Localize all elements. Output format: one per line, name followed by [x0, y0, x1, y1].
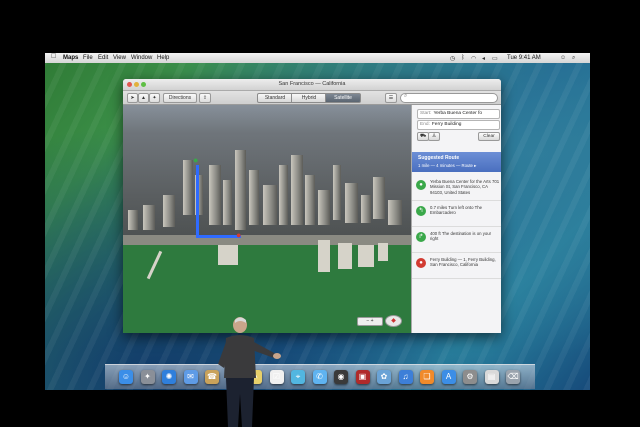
appstore-icon[interactable]: A — [441, 370, 456, 384]
end-pin-icon: ● — [416, 258, 426, 268]
search-input[interactable]: ⌕ — [400, 93, 498, 103]
menu-maps[interactable]: Maps — [63, 55, 78, 61]
menu-window[interactable]: Window — [131, 55, 152, 61]
maps-icon[interactable]: ⌖ — [291, 370, 305, 384]
wifi-icon[interactable]: ◠ — [471, 55, 476, 62]
clear-button[interactable]: Clear — [478, 132, 500, 141]
volume-icon[interactable]: ◂ — [482, 55, 485, 62]
documents-icon[interactable]: ▤ — [484, 370, 499, 384]
start-pin-icon: ● — [416, 180, 426, 190]
list-item[interactable]: ● Yerba Buena Center for the Arts 701 Mi… — [412, 175, 501, 201]
end-label: End: — [420, 122, 430, 127]
tracking-button[interactable]: ✦ — [149, 93, 160, 103]
step-text: 0.7 miles Turn left onto The Embarcadero — [430, 205, 482, 216]
window-title: San Francisco — California — [278, 80, 346, 87]
bluetooth-icon[interactable]: ᛒ — [461, 55, 465, 61]
menu-help[interactable]: Help — [157, 55, 169, 61]
arrow-icon: ↰ — [416, 206, 426, 216]
mail-icon[interactable]: ✉ — [183, 370, 198, 384]
satellite-map[interactable]: ● ● − + ◆ — [123, 105, 411, 333]
ibooks-icon[interactable]: ❑ — [420, 370, 434, 384]
finder-icon[interactable]: ☺ — [119, 370, 133, 384]
list-item[interactable]: ● Ferry Building — 1, Ferry Building, Sa… — [412, 253, 501, 279]
launchpad-icon[interactable]: ✦ — [140, 370, 155, 384]
bookmarks-button[interactable]: ☰ — [385, 93, 397, 103]
3d-button[interactable]: ▲ — [138, 93, 149, 103]
menu-edit[interactable]: Edit — [98, 55, 108, 61]
iphoto-icon[interactable]: ✿ — [377, 370, 391, 384]
step-text: Yerba Buena Center for the Arts 701 Miss… — [430, 179, 500, 195]
directions-panel: Start: Yerba Buena Center fo End: Ferry Bu… — [411, 105, 501, 333]
user-icon[interactable]: ☺ — [560, 55, 566, 61]
suggested-route-row[interactable]: Suggested Route 1 mile — 4 minutes — Rou… — [412, 152, 501, 172]
directions-button[interactable]: Directions — [163, 93, 197, 103]
tab-standard[interactable]: Standard — [257, 93, 293, 103]
menu-file[interactable]: File — [83, 55, 93, 61]
step-text: 400 ft The destination is on your right — [430, 231, 492, 242]
preferences-icon[interactable]: ⚙ — [463, 370, 477, 384]
start-label: Start: — [420, 111, 432, 116]
share-button[interactable]: ⇪ — [199, 93, 211, 103]
title-bar: San Francisco — California — [123, 79, 501, 91]
maps-window: San Francisco — California ➤ ▲ ✦ Directi… — [123, 79, 501, 333]
facetime-icon[interactable]: ◉ — [334, 370, 348, 384]
projected-screen:  Maps File Edit View Window Help ◷ ᛒ ◠ … — [45, 53, 590, 390]
suggested-route-summary: 1 mile — 4 minutes — Route ▸ — [418, 163, 477, 168]
start-value: Yerba Buena Center fo — [433, 111, 483, 116]
tab-satellite[interactable]: Satellite — [325, 93, 361, 103]
list-item[interactable]: ↱ 400 ft The destination is on your righ… — [412, 227, 501, 253]
clock-status-icon[interactable]: ◷ — [450, 55, 455, 62]
end-field[interactable]: End: Ferry Building — [417, 120, 500, 130]
menu-view[interactable]: View — [113, 55, 126, 61]
zoom-control[interactable]: − + — [357, 317, 383, 326]
trash-icon[interactable]: ⌫ — [506, 370, 520, 384]
apple-menu-icon[interactable]:  — [51, 53, 56, 60]
dock: ☺✦✺✉☎▦✎☑⌖✆◉▣✿♫❑A⚙▤⌫ — [105, 364, 535, 389]
messages-icon[interactable]: ✆ — [312, 370, 327, 384]
battery-icon[interactable]: ▭ — [492, 55, 498, 62]
menu-bar:  Maps File Edit View Window Help ◷ ᛒ ◠ … — [45, 53, 590, 63]
search-icon: ⌕ — [404, 93, 408, 99]
list-item[interactable]: ↰ 0.7 miles Turn left onto The Embarcade… — [412, 201, 501, 227]
walk-mode-button[interactable]: ♙ — [428, 132, 440, 141]
start-field[interactable]: Start: Yerba Buena Center fo — [417, 109, 500, 119]
step-text: Ferry Building — 1, Ferry Building, San … — [430, 257, 496, 268]
toolbar: ➤ ▲ ✦ Directions ⇪ Standard Hybrid Satel… — [123, 91, 501, 105]
itunes-icon[interactable]: ♫ — [398, 370, 413, 384]
photobooth-icon[interactable]: ▣ — [355, 370, 370, 384]
end-pin-icon[interactable]: ● — [236, 230, 241, 240]
location-button[interactable]: ➤ — [127, 93, 138, 103]
spotlight-icon[interactable]: ⌕ — [572, 55, 575, 62]
compass-icon[interactable]: ◆ — [385, 315, 402, 327]
route-line — [196, 165, 199, 237]
safari-icon[interactable]: ✺ — [162, 370, 176, 384]
tab-hybrid[interactable]: Hybrid — [291, 93, 327, 103]
arrow-icon: ↱ — [416, 232, 426, 242]
presenter — [218, 317, 281, 427]
suggested-route-title: Suggested Route — [418, 155, 460, 161]
menu-clock[interactable]: Tue 9:41 AM — [507, 55, 541, 61]
end-value: Ferry Building — [431, 122, 462, 127]
route-line-segment — [196, 235, 241, 238]
start-pin-icon[interactable]: ● — [193, 155, 198, 165]
